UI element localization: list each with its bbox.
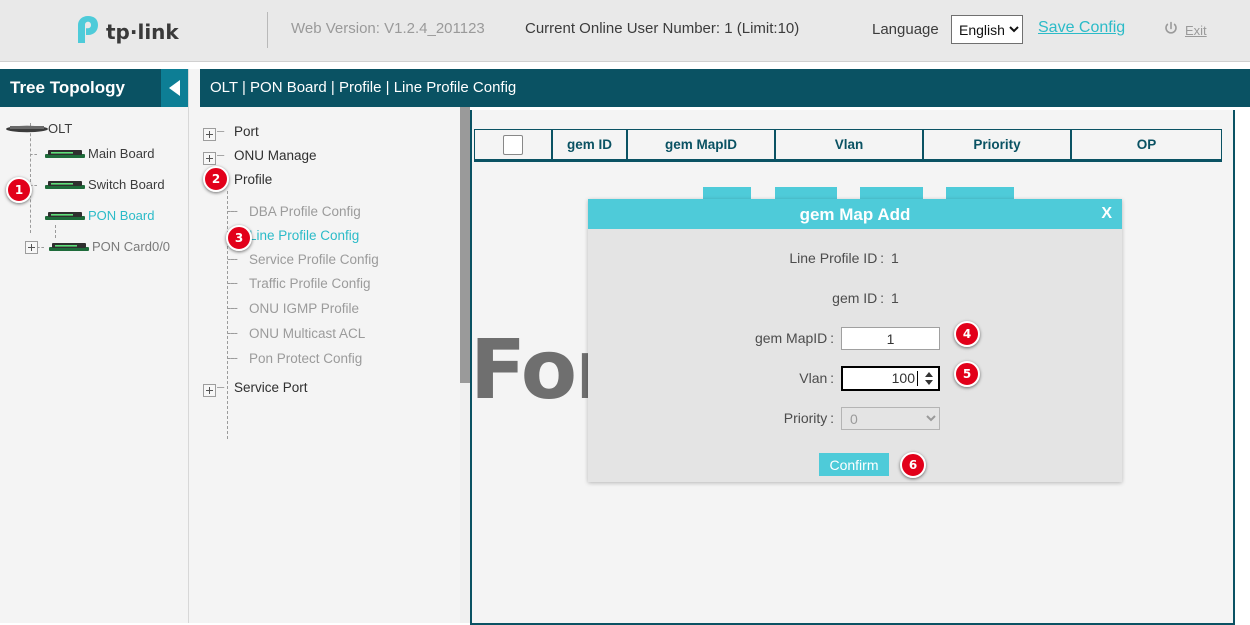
table-header-gem-id[interactable]: gem ID	[552, 129, 627, 162]
field-priority: Priority : 0	[588, 407, 1122, 431]
vlan-input[interactable]: 100	[841, 366, 940, 391]
device-icon	[44, 209, 86, 222]
nav-scrollbar-thumb[interactable]	[460, 69, 470, 383]
table-header-gem-mapid[interactable]: gem MapID	[627, 129, 775, 162]
header-divider	[267, 12, 268, 48]
nav-item-label: Traffic Profile Config	[249, 276, 371, 291]
exit-link[interactable]: Exit	[1185, 23, 1207, 38]
svg-text:tp·link: tp·link	[106, 20, 179, 44]
tree-connector	[55, 225, 56, 238]
gem-map-table-header: gem ID gem MapID Vlan Priority OP	[474, 129, 1222, 162]
tree-node-label: PON Board	[88, 208, 154, 223]
tree-topology-header: Tree Topology	[0, 69, 188, 107]
priority-select[interactable]: 0	[841, 407, 940, 430]
field-label: Priority :	[708, 410, 834, 426]
nav-item-onu-multicast-acl[interactable]: --- ONU Multicast ACL	[236, 326, 365, 341]
nav-item-pon-protect-config[interactable]: --- Pon Protect Config	[236, 351, 362, 366]
tree-topology-panel: Tree Topology OLT Main Board	[0, 69, 189, 623]
expander-plus-icon[interactable]	[203, 152, 216, 165]
tp-link-logo: tp·link	[70, 10, 200, 50]
select-all-checkbox[interactable]	[503, 135, 523, 155]
field-label: Line Profile ID :	[708, 250, 884, 266]
nav-item-port[interactable]: – Port	[212, 124, 259, 139]
nav-item-label: Pon Protect Config	[249, 351, 362, 366]
tree-node-label: Main Board	[88, 146, 154, 161]
text-caret	[917, 371, 918, 386]
nav-item-onu-manage[interactable]: – ONU Manage	[212, 148, 317, 163]
tree-node-label: Switch Board	[88, 177, 165, 192]
close-icon[interactable]: X	[1101, 205, 1112, 223]
field-label: Vlan :	[708, 370, 834, 386]
table-header-select-all[interactable]	[474, 129, 552, 162]
table-header-op[interactable]: OP	[1071, 129, 1222, 162]
navigation-panel: – Port – ONU Manage – Profile --- DBA Pr…	[189, 69, 470, 623]
confirm-button[interactable]: Confirm	[819, 453, 889, 476]
tree-connector	[30, 123, 31, 233]
nav-item-label: ONU Manage	[234, 148, 317, 163]
online-user-count: Current Online User Number: 1 (Limit:10)	[525, 20, 799, 37]
tree-topology-title: Tree Topology	[10, 78, 125, 98]
expander-plus-icon[interactable]	[203, 384, 216, 397]
field-value: 1	[891, 290, 899, 306]
nav-item-label: ONU IGMP Profile	[249, 301, 359, 316]
save-config-link[interactable]: Save Config	[1038, 19, 1125, 37]
language-label: Language	[872, 21, 939, 38]
nav-item-line-profile-config[interactable]: --- Line Profile Config	[236, 228, 359, 243]
nav-item-label: Service Profile Config	[249, 252, 379, 267]
field-label: gem MapID :	[708, 330, 834, 346]
tree-node-label: OLT	[48, 121, 72, 136]
power-icon[interactable]	[1163, 21, 1179, 37]
nav-item-traffic-profile-config[interactable]: --- Traffic Profile Config	[236, 276, 371, 291]
nav-item-label: Service Port	[234, 380, 308, 395]
field-value: 1	[891, 250, 899, 266]
device-icon	[44, 178, 86, 191]
step-badge-3: 3	[226, 225, 252, 251]
device-icon	[48, 240, 90, 253]
dialog-title-bar: gem Map Add X	[588, 199, 1122, 229]
step-badge-5: 5	[954, 361, 980, 387]
field-vlan: Vlan : 100	[588, 367, 1122, 391]
nav-item-label: ONU Multicast ACL	[249, 326, 365, 341]
nav-item-label: Profile	[234, 172, 272, 187]
nav-item-label: Port	[234, 124, 259, 139]
field-gem-mapid: gem MapID :	[588, 327, 1122, 351]
field-line-profile-id: Line Profile ID : 1	[588, 247, 1122, 271]
breadcrumb: OLT | PON Board | Profile | Line Profile…	[210, 79, 516, 96]
table-header-vlan[interactable]: Vlan	[775, 129, 923, 162]
tree-node-label: PON Card0/0	[92, 239, 170, 254]
step-badge-1: 1	[6, 177, 32, 203]
nav-item-service-port[interactable]: – Service Port	[212, 380, 308, 395]
device-icon	[6, 122, 48, 135]
nav-item-label: DBA Profile Config	[249, 204, 361, 219]
nav-item-service-profile-config[interactable]: --- Service Profile Config	[236, 252, 379, 267]
vlan-input-value: 100	[843, 370, 915, 386]
step-badge-2: 2	[203, 166, 229, 192]
gem-map-add-dialog: gem Map Add X Line Profile ID : 1 gem ID…	[588, 199, 1122, 482]
nav-scrollbar-track[interactable]	[460, 69, 470, 623]
field-gem-id: gem ID : 1	[588, 287, 1122, 311]
nav-item-onu-igmp-profile[interactable]: --- ONU IGMP Profile	[236, 301, 359, 316]
table-header-priority[interactable]: Priority	[923, 129, 1071, 162]
field-label: gem ID :	[708, 290, 884, 306]
nav-item-dba-profile-config[interactable]: --- DBA Profile Config	[236, 204, 361, 219]
gem-mapid-input[interactable]	[841, 327, 940, 350]
device-icon	[44, 147, 86, 160]
step-badge-4: 4	[954, 321, 980, 347]
spinner-arrows-icon[interactable]	[924, 371, 934, 386]
dialog-title: gem Map Add	[588, 205, 1122, 225]
expander-plus-icon[interactable]	[203, 128, 216, 141]
chevron-left-icon[interactable]	[161, 69, 188, 107]
web-version-text: Web Version: V1.2.4_201123	[291, 20, 485, 37]
step-badge-6: 6	[900, 452, 926, 478]
nav-item-label: Line Profile Config	[249, 228, 359, 243]
breadcrumb-bar: OLT | PON Board | Profile | Line Profile…	[200, 69, 1250, 107]
app-header: tp·link Web Version: V1.2.4_201123 Curre…	[0, 0, 1250, 62]
language-select[interactable]: English	[951, 15, 1023, 44]
